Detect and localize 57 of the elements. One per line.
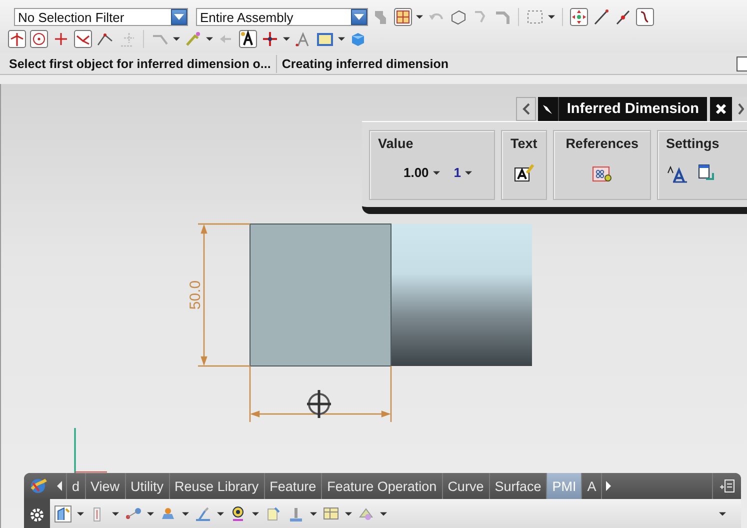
cursor-icon bbox=[306, 388, 332, 420]
close-icon[interactable] bbox=[715, 103, 727, 115]
group-label: Settings bbox=[666, 136, 720, 151]
dotted-plus-icon[interactable] bbox=[118, 30, 136, 48]
ribbon-menu-icon[interactable] bbox=[719, 477, 735, 495]
selection-filter-dropdown[interactable]: No Selection Filter bbox=[14, 8, 188, 26]
caret-icon[interactable] bbox=[182, 512, 189, 516]
text-annotation-icon[interactable] bbox=[239, 30, 257, 48]
crosshair-icon[interactable] bbox=[261, 30, 279, 48]
caret-icon[interactable] bbox=[252, 512, 259, 516]
caret-icon[interactable] bbox=[338, 37, 345, 41]
caret-icon[interactable] bbox=[206, 37, 213, 41]
group-label: Value bbox=[378, 136, 414, 151]
dimension-icon[interactable] bbox=[54, 505, 72, 523]
group-label: Text bbox=[510, 136, 538, 151]
caret-icon[interactable] bbox=[283, 37, 290, 41]
caret-icon[interactable] bbox=[217, 512, 224, 516]
image-icon[interactable] bbox=[316, 30, 334, 48]
caret-icon[interactable] bbox=[416, 15, 423, 19]
curve-icon[interactable] bbox=[636, 8, 654, 26]
axis-triad-icon bbox=[74, 428, 108, 473]
status-message: Creating inferred dimension bbox=[282, 56, 449, 70]
scope-dropdown[interactable]: Entire Assembly bbox=[196, 8, 368, 26]
point-on-curve-icon[interactable] bbox=[8, 30, 26, 48]
gear-icon[interactable] bbox=[29, 506, 45, 524]
chevron-left-icon[interactable] bbox=[522, 103, 530, 115]
panel-icon[interactable] bbox=[735, 54, 747, 72]
caret-icon[interactable] bbox=[719, 512, 726, 516]
caret-icon[interactable] bbox=[380, 512, 387, 516]
close-button[interactable] bbox=[710, 97, 732, 121]
tolerance-field[interactable]: 1 bbox=[454, 165, 462, 180]
line-icon[interactable] bbox=[592, 8, 610, 26]
caret-icon[interactable] bbox=[310, 512, 317, 516]
group-label: References bbox=[566, 136, 638, 151]
value-field[interactable]: 1.00 bbox=[403, 165, 429, 180]
caret-icon[interactable] bbox=[345, 512, 352, 516]
points-icon[interactable] bbox=[570, 8, 588, 26]
snap-point-icon[interactable] bbox=[394, 8, 412, 26]
center-point-icon[interactable] bbox=[30, 30, 48, 48]
back-button[interactable] bbox=[516, 97, 536, 121]
dimension-value: 50.0 bbox=[187, 280, 204, 310]
text-edit-icon[interactable] bbox=[512, 162, 535, 184]
pin-icon[interactable] bbox=[542, 103, 554, 115]
caret-icon[interactable] bbox=[112, 512, 119, 516]
caret-icon[interactable] bbox=[548, 15, 555, 19]
angle-icon[interactable] bbox=[74, 30, 92, 48]
weld-icon[interactable] bbox=[194, 505, 212, 523]
caret-icon[interactable] bbox=[432, 170, 440, 174]
prompt-text: Select first object for inferred dimension o... bbox=[9, 56, 271, 70]
plus-icon[interactable] bbox=[52, 30, 70, 48]
caret-icon[interactable] bbox=[465, 170, 472, 174]
dialog-title: Inferred Dimension bbox=[558, 97, 707, 121]
line-point-icon[interactable] bbox=[614, 8, 632, 26]
caret-icon[interactable] bbox=[77, 512, 84, 516]
chevron-right-icon[interactable] bbox=[738, 103, 744, 115]
caret-icon[interactable] bbox=[173, 37, 180, 41]
caret-icon[interactable] bbox=[147, 512, 154, 516]
